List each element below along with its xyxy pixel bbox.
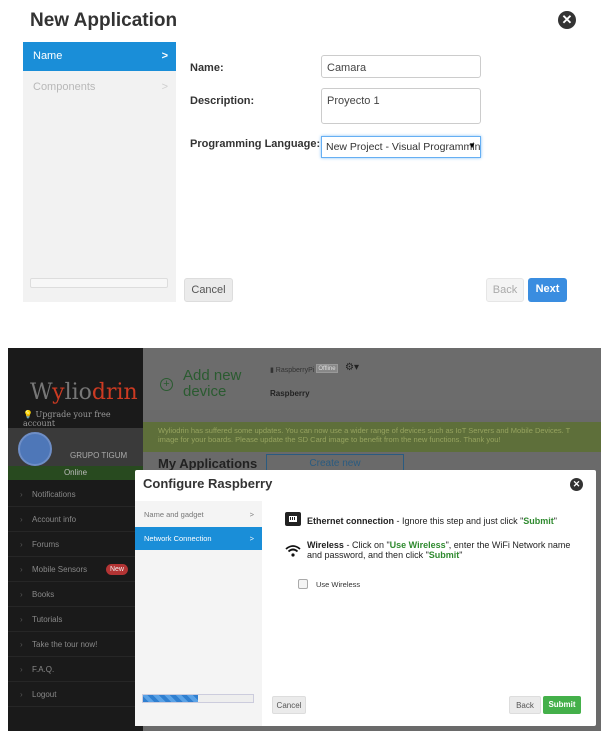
dropdown-arrow-icon: ▼ xyxy=(468,141,476,150)
chevron-right-icon: > xyxy=(249,534,254,543)
next-button[interactable]: Next xyxy=(528,278,567,302)
ethernet-icon xyxy=(285,512,301,531)
name-label: Name: xyxy=(190,62,224,74)
add-new-device-link[interactable]: Add new device xyxy=(183,368,241,400)
device-name: ▮ RaspberryPi xyxy=(270,367,315,374)
sidebar-item-components[interactable]: Components > xyxy=(23,73,176,102)
use-wireless-checkbox[interactable] xyxy=(298,579,308,589)
configure-raspberry-modal: Configure Raspberry ✕ Name and gadget > … xyxy=(135,470,596,726)
progress-fill xyxy=(143,695,198,702)
my-applications-title: My Applications xyxy=(158,456,258,471)
submit-button[interactable]: Submit xyxy=(543,696,581,714)
sidebar-item-label: Components xyxy=(33,81,96,93)
sidebar-item-label: Name xyxy=(33,50,63,62)
language-select-value: New Project - Visual Programming xyxy=(326,141,481,153)
wizard-sidebar: Name > Components > xyxy=(23,42,176,302)
back-button[interactable]: Back xyxy=(486,278,524,302)
language-select[interactable]: New Project - Visual Programming ▼ xyxy=(321,136,481,158)
sidebar-item-forums[interactable]: › Forums xyxy=(8,532,143,557)
update-notice: Wyliodrin has suffered some updates. You… xyxy=(143,422,601,452)
chevron-right-icon: > xyxy=(161,50,168,62)
cancel-button[interactable]: Cancel xyxy=(184,278,233,302)
cancel-button[interactable]: Cancel xyxy=(272,696,306,714)
language-label: Programming Language: xyxy=(190,138,321,150)
sidebar-item-logout[interactable]: › Logout xyxy=(8,682,143,707)
sidebar-item-account-info[interactable]: › Account info xyxy=(8,507,143,532)
offline-badge: Offline xyxy=(316,364,338,373)
back-button[interactable]: Back xyxy=(509,696,541,714)
wyliodrin-screenshot: Wyliodrin 💡 Upgrade your free account GR… xyxy=(8,348,601,731)
sidebar-item-tutorials[interactable]: › Tutorials xyxy=(8,607,143,632)
modal-title: Configure Raspberry xyxy=(143,476,273,491)
sidebar-item-tour[interactable]: › Take the tour now! xyxy=(8,632,143,657)
sidebar-item-name[interactable]: Name > xyxy=(23,42,176,71)
gear-icon[interactable]: ⚙▾ xyxy=(345,362,359,373)
group-name: GRUPO TIGUM xyxy=(70,451,128,460)
app-sidebar: Wyliodrin 💡 Upgrade your free account GR… xyxy=(8,348,143,731)
chevron-right-icon: > xyxy=(161,81,168,93)
wizard-progress-bar xyxy=(30,278,168,288)
sidebar-item-books[interactable]: › Books xyxy=(8,582,143,607)
description-label: Description: xyxy=(190,95,255,107)
use-wireless-label: Use Wireless xyxy=(316,580,361,589)
close-icon[interactable]: ✕ xyxy=(570,478,583,491)
close-icon[interactable]: ✕ xyxy=(558,11,576,29)
status-badge: Online xyxy=(8,466,143,480)
description-textarea[interactable]: Proyecto 1 xyxy=(321,88,481,124)
sidebar-item-faq[interactable]: › F.A.Q. xyxy=(8,657,143,682)
wyliodrin-logo: Wyliodrin xyxy=(30,380,138,405)
modal-sidebar: Name and gadget > Network Connection > xyxy=(135,501,262,726)
wizard-progress-bar xyxy=(142,694,254,703)
ethernet-instruction: Ethernet connection - Ignore this step a… xyxy=(307,516,557,526)
avatar[interactable] xyxy=(18,432,52,466)
name-input[interactable]: Camara xyxy=(321,55,481,78)
dialog-title: New Application xyxy=(30,10,178,31)
sidebar-item-mobile-sensors[interactable]: › Mobile Sensors New xyxy=(8,557,143,582)
upgrade-link[interactable]: 💡 Upgrade your free account xyxy=(23,410,143,428)
sidebar-item-notifications[interactable]: › Notifications xyxy=(8,482,143,507)
sidebar-item-name-and-gadget[interactable]: Name and gadget > xyxy=(135,503,262,526)
chevron-right-icon: > xyxy=(249,510,254,519)
wireless-instruction: Wireless - Click on "Use Wireless", ente… xyxy=(307,540,571,560)
device-board: Raspberry xyxy=(270,389,310,398)
new-badge: New xyxy=(106,564,128,575)
wifi-icon xyxy=(285,544,301,562)
new-application-dialog: New Application ✕ Name > Components > Na… xyxy=(0,0,601,320)
sidebar-item-network-connection[interactable]: Network Connection > xyxy=(135,527,262,550)
add-device-icon[interactable]: + xyxy=(160,378,173,391)
